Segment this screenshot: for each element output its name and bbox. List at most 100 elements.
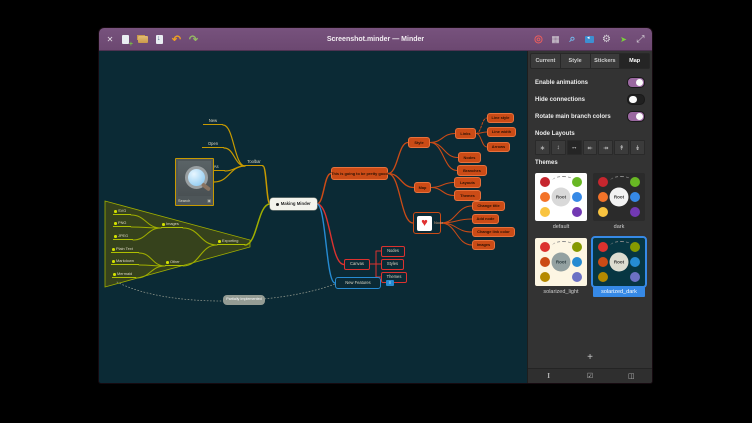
layout-upwards-button[interactable]: ↟ <box>614 140 629 155</box>
tab-stickers[interactable]: Stickers <box>591 53 621 69</box>
theme-branch-dot <box>630 192 640 202</box>
node-root[interactable]: Making Minder <box>270 198 317 210</box>
theme-branch-dot <box>598 272 608 282</box>
redo-icon[interactable] <box>188 34 199 45</box>
mindmap-edges <box>99 51 527 383</box>
toggle-hide-connections[interactable] <box>627 94 645 105</box>
mindmap-canvas[interactable]: Making MinderToolbarNewOpenSave AsSearch… <box>99 51 528 383</box>
node-linewidth[interactable]: Line width <box>487 127 516 137</box>
node-heart[interactable]: Node <box>413 212 441 234</box>
node-arrows[interactable]: Arrows <box>487 142 510 152</box>
layout-vertical-button[interactable]: ↕ <box>551 140 566 155</box>
node-mapnode[interactable]: Map <box>414 182 431 193</box>
node-search[interactable]: Search▣ <box>175 158 214 206</box>
node-svg[interactable]: SVG <box>113 206 131 215</box>
open-folder-icon[interactable] <box>137 34 148 45</box>
layout-to-right-button[interactable]: ↠ <box>598 140 613 155</box>
toggle-rotate-main-branch-colors[interactable] <box>627 111 645 122</box>
layout-downwards-button[interactable]: ↡ <box>630 140 645 155</box>
theme-dark[interactable]: Rootdark <box>593 173 645 232</box>
tab-style[interactable]: Style <box>561 53 591 69</box>
settings-gear-icon[interactable] <box>601 34 612 45</box>
node-imagesO[interactable]: Images <box>472 240 495 250</box>
node-toolbar[interactable]: Toolbar <box>245 156 263 166</box>
switch-label: Rotate main branch colors <box>535 114 611 120</box>
toggle-enable-animations[interactable] <box>627 77 645 88</box>
new-file-icon[interactable] <box>120 34 131 45</box>
focus-mode-icon[interactable] <box>533 34 544 45</box>
properties-sidebar: CurrentStyleStickersMap Enable animation… <box>528 51 652 383</box>
node-markdown[interactable]: Markdown <box>111 256 139 265</box>
theme-default[interactable]: Rootdefault <box>535 173 587 232</box>
root-task-dot <box>276 203 279 206</box>
sidebar-spacer <box>528 301 652 350</box>
branch-edge <box>431 188 454 196</box>
node-nodesR[interactable]: Nodes <box>381 246 405 257</box>
theme-solarized_light[interactable]: Rootsolarized_light <box>535 238 587 297</box>
node-nodesO[interactable]: Nodes <box>458 152 481 163</box>
node-jpeg[interactable]: JPEG <box>113 231 133 240</box>
theme-connection-arc <box>610 241 632 251</box>
node-mermaid[interactable]: Mermaid <box>112 269 136 278</box>
theme-solarized_dark[interactable]: Rootsolarized_dark <box>593 238 645 297</box>
branch-edge <box>431 183 454 188</box>
undo-icon[interactable] <box>171 34 182 45</box>
node-themesO[interactable]: Themes <box>454 190 481 201</box>
zoom-icon[interactable] <box>567 34 578 45</box>
heart-image <box>417 216 432 231</box>
theme-root-node: Root <box>610 188 629 207</box>
node-links[interactable]: Links <box>455 128 476 139</box>
layout-manual-button[interactable]: ∗ <box>535 140 550 155</box>
save-icon[interactable] <box>154 34 165 45</box>
sidebar-panel-icon[interactable]: ◫ <box>619 372 643 380</box>
node-partial[interactable]: Partially Implemented <box>223 295 265 305</box>
magnifier-handle-icon <box>201 182 211 191</box>
node-imagesL[interactable]: Images <box>161 219 183 228</box>
tab-map[interactable]: Map <box>620 53 650 69</box>
layout-to-left-button[interactable]: ↞ <box>583 140 598 155</box>
image-resize-icon[interactable]: ▣ <box>207 199 211 203</box>
node-plaintext[interactable]: Plain Text <box>111 244 139 253</box>
node-grid-icon[interactable] <box>550 34 561 45</box>
node-style[interactable]: Style <box>408 137 430 148</box>
node-layouts[interactable]: Layouts <box>454 177 481 188</box>
layout-horizontal-button[interactable]: ↔ <box>567 140 582 155</box>
map-switches: Enable animations Hide connections Rotate … <box>528 72 652 126</box>
node-exporting[interactable]: Exporting <box>217 236 245 245</box>
export-icon[interactable] <box>618 34 629 45</box>
node-notebadge[interactable]: ≡ <box>386 280 394 286</box>
branch-edge <box>441 219 472 223</box>
search-screenshot-image <box>178 161 211 196</box>
switch-row: Enable animations <box>535 77 645 88</box>
node-png[interactable]: PNG <box>113 218 131 227</box>
node-pretty[interactable]: This is going to be pretty good <box>331 167 388 180</box>
node-linestyle[interactable]: Line style <box>487 113 514 123</box>
node-open[interactable]: Open <box>202 138 224 148</box>
node-addnode[interactable]: Add node <box>472 214 499 224</box>
branch-edge <box>245 204 270 245</box>
branch-edge <box>370 251 381 277</box>
theme-preview: Root <box>593 238 645 286</box>
header-icons-left <box>120 34 199 45</box>
tasks-icon[interactable]: ☑ <box>578 372 602 380</box>
theme-root-node: Root <box>610 253 629 272</box>
node-themesR[interactable]: Themes <box>381 272 407 283</box>
text-properties-icon[interactable]: I <box>537 372 561 380</box>
node-other[interactable]: Other <box>165 257 183 266</box>
header-bar: ✕ Screenshot.minder — Minder <box>99 28 652 51</box>
node-stylesR[interactable]: Styles <box>381 259 404 270</box>
tab-current[interactable]: Current <box>530 53 561 69</box>
theme-branch-dot <box>598 207 608 217</box>
theme-preview: Root <box>535 238 587 286</box>
export-image-icon[interactable] <box>584 34 595 45</box>
node-newfeat[interactable]: New Features <box>335 277 381 289</box>
node-branches[interactable]: Branches <box>457 165 487 176</box>
fullscreen-icon[interactable] <box>635 34 646 45</box>
node-changelink[interactable]: Change link color <box>472 227 515 237</box>
add-theme-button[interactable]: + <box>577 350 603 365</box>
switch-row: Hide connections <box>535 94 645 105</box>
node-changetitle[interactable]: Change title <box>472 201 505 211</box>
theme-connection-arc <box>610 176 632 186</box>
node-new[interactable]: New <box>203 115 223 125</box>
node-canvasR[interactable]: Canvas <box>344 259 370 270</box>
